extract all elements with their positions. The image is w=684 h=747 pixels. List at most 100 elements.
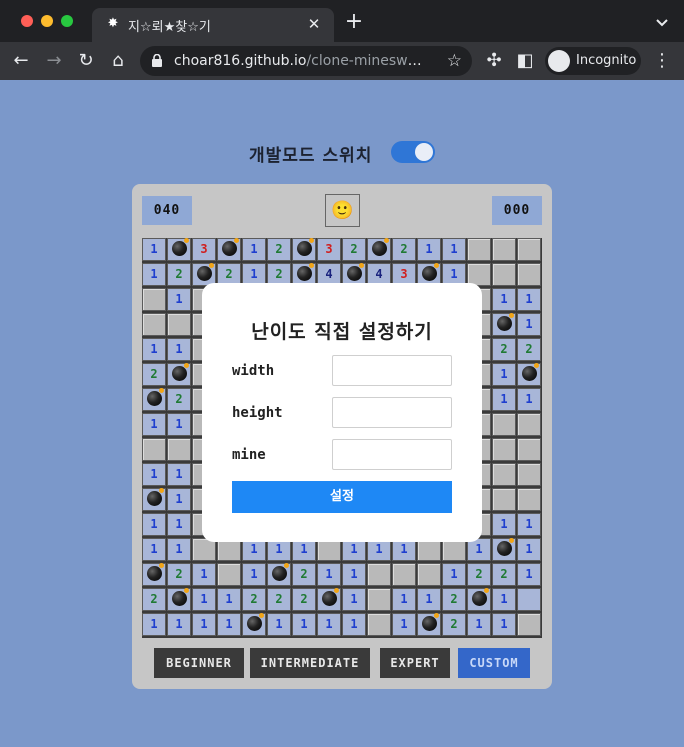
tab-close-icon[interactable]: ✕ <box>304 14 324 34</box>
number-cell[interactable]: 1 <box>442 238 466 261</box>
hidden-cell[interactable] <box>517 438 541 461</box>
width-input[interactable] <box>332 355 452 386</box>
number-cell[interactable]: 2 <box>292 588 316 611</box>
number-cell[interactable]: 3 <box>192 238 216 261</box>
hidden-cell[interactable] <box>517 613 541 636</box>
number-cell[interactable]: 1 <box>342 588 366 611</box>
mine-cell[interactable] <box>292 237 316 261</box>
number-cell[interactable]: 2 <box>292 563 316 586</box>
number-cell[interactable]: 1 <box>167 463 191 486</box>
number-cell[interactable]: 1 <box>142 338 166 361</box>
number-cell[interactable]: 2 <box>267 238 291 261</box>
hidden-cell[interactable] <box>142 288 166 311</box>
number-cell[interactable]: 2 <box>442 613 466 636</box>
number-cell[interactable]: 1 <box>517 388 541 411</box>
hidden-cell[interactable] <box>142 313 166 336</box>
hidden-cell[interactable] <box>517 488 541 511</box>
mine-cell[interactable] <box>467 587 491 611</box>
number-cell[interactable]: 1 <box>517 288 541 311</box>
window-minimize-button[interactable] <box>41 15 53 27</box>
number-cell[interactable]: 1 <box>167 288 191 311</box>
hidden-cell[interactable] <box>367 613 391 636</box>
window-maximize-button[interactable] <box>61 15 73 27</box>
number-cell[interactable]: 1 <box>467 613 491 636</box>
mine-cell[interactable] <box>492 312 516 336</box>
mine-cell[interactable] <box>367 237 391 261</box>
number-cell[interactable]: 2 <box>517 338 541 361</box>
hidden-cell[interactable] <box>217 563 241 586</box>
number-cell[interactable]: 1 <box>417 588 441 611</box>
number-cell[interactable]: 2 <box>492 338 516 361</box>
number-cell[interactable]: 1 <box>167 613 191 636</box>
number-cell[interactable]: 1 <box>142 238 166 261</box>
dev-mode-toggle[interactable] <box>391 141 435 163</box>
number-cell[interactable]: 1 <box>142 413 166 436</box>
back-arrow-icon[interactable]: ← <box>10 50 32 72</box>
number-cell[interactable]: 2 <box>167 263 191 286</box>
number-cell[interactable]: 1 <box>167 488 191 511</box>
mine-cell[interactable] <box>142 487 166 511</box>
number-cell[interactable]: 1 <box>517 538 541 561</box>
hidden-cell[interactable] <box>492 413 516 436</box>
number-cell[interactable]: 1 <box>317 613 341 636</box>
mine-cell[interactable] <box>217 237 241 261</box>
mine-cell[interactable] <box>492 537 516 561</box>
new-tab-icon[interactable]: + <box>344 11 364 33</box>
number-cell[interactable]: 1 <box>392 588 416 611</box>
number-cell[interactable]: 2 <box>242 588 266 611</box>
hidden-cell[interactable] <box>492 238 516 261</box>
number-cell[interactable]: 1 <box>392 613 416 636</box>
number-cell[interactable]: 1 <box>342 613 366 636</box>
mine-cell[interactable] <box>417 612 441 636</box>
forward-arrow-icon[interactable]: → <box>43 50 65 72</box>
hidden-cell[interactable] <box>392 563 416 586</box>
number-cell[interactable]: 2 <box>267 588 291 611</box>
number-cell[interactable]: 1 <box>517 313 541 336</box>
number-cell[interactable]: 1 <box>192 563 216 586</box>
number-cell[interactable]: 2 <box>392 238 416 261</box>
hidden-cell[interactable] <box>517 463 541 486</box>
hidden-cell[interactable] <box>367 588 391 611</box>
number-cell[interactable]: 1 <box>167 338 191 361</box>
number-cell[interactable]: 1 <box>217 588 241 611</box>
number-cell[interactable]: 1 <box>417 238 441 261</box>
empty-cell[interactable] <box>517 588 541 611</box>
number-cell[interactable]: 1 <box>342 563 366 586</box>
extensions-puzzle-icon[interactable]: ✣ <box>483 50 505 72</box>
number-cell[interactable]: 1 <box>517 563 541 586</box>
mine-cell[interactable] <box>167 362 191 386</box>
hidden-cell[interactable] <box>517 238 541 261</box>
level-intermediate-button[interactable]: INTERMEDIATE <box>250 648 370 678</box>
mine-cell[interactable] <box>317 587 341 611</box>
hidden-cell[interactable] <box>492 488 516 511</box>
hidden-cell[interactable] <box>492 438 516 461</box>
number-cell[interactable]: 1 <box>292 613 316 636</box>
number-cell[interactable]: 1 <box>217 613 241 636</box>
mine-cell[interactable] <box>267 562 291 586</box>
number-cell[interactable]: 2 <box>442 588 466 611</box>
number-cell[interactable]: 1 <box>142 538 166 561</box>
number-cell[interactable]: 2 <box>167 563 191 586</box>
number-cell[interactable]: 1 <box>492 513 516 536</box>
home-icon[interactable]: ⌂ <box>107 50 129 72</box>
number-cell[interactable]: 1 <box>167 513 191 536</box>
incognito-indicator[interactable]: Incognito <box>545 47 641 75</box>
number-cell[interactable]: 1 <box>142 513 166 536</box>
hidden-cell[interactable] <box>492 463 516 486</box>
number-cell[interactable]: 1 <box>317 563 341 586</box>
side-panel-icon[interactable]: ◧ <box>514 50 536 72</box>
number-cell[interactable]: 1 <box>492 588 516 611</box>
browser-menu-icon[interactable]: ⋮ <box>651 50 673 72</box>
hidden-cell[interactable] <box>467 238 491 261</box>
address-bar[interactable]: choar816.github.io/clone-minesweep... ☆ <box>140 46 472 76</box>
mine-cell[interactable] <box>242 612 266 636</box>
number-cell[interactable]: 1 <box>492 363 516 386</box>
number-cell[interactable]: 1 <box>142 613 166 636</box>
mine-cell[interactable] <box>167 237 191 261</box>
window-close-button[interactable] <box>21 15 33 27</box>
number-cell[interactable]: 1 <box>492 288 516 311</box>
hidden-cell[interactable] <box>417 563 441 586</box>
mine-cell[interactable] <box>517 362 541 386</box>
number-cell[interactable]: 2 <box>167 388 191 411</box>
number-cell[interactable]: 1 <box>492 388 516 411</box>
